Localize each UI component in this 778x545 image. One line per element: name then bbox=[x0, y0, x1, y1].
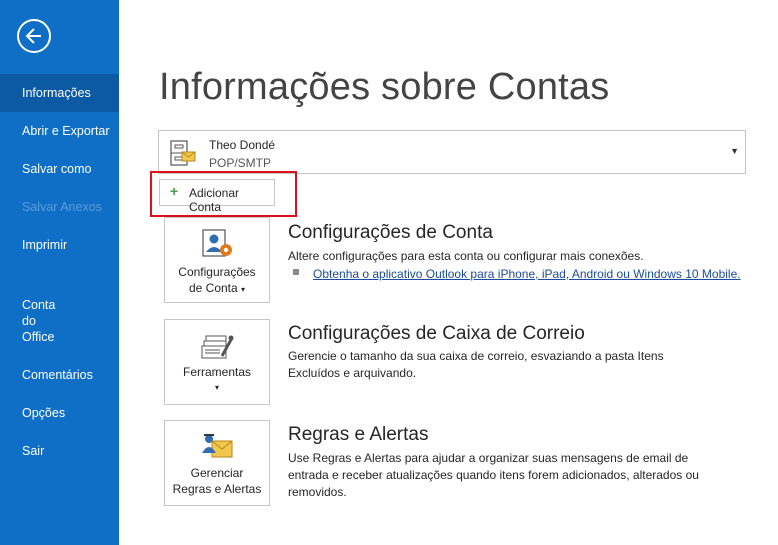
tile-label-line2: de Conta ▾ bbox=[188, 281, 246, 295]
back-button[interactable] bbox=[17, 19, 51, 53]
account-type: POP/SMTP bbox=[209, 156, 272, 170]
nav-salvar-anexos: Salvar Anexos bbox=[22, 200, 102, 214]
caret-down-icon: ▾ bbox=[241, 285, 246, 294]
account-selector[interactable]: Theo Dondé POP/SMTP ▼ bbox=[158, 130, 746, 174]
tile-label-line2: Regras e Alertas bbox=[172, 482, 262, 496]
account-settings-tile[interactable]: Configurações de Conta ▾ bbox=[164, 217, 270, 303]
bullet-icon bbox=[293, 269, 299, 275]
section-title-account-settings: Configurações de Conta bbox=[288, 222, 493, 243]
section-title-mailbox-settings: Configurações de Caixa de Correio bbox=[288, 323, 585, 344]
back-arrow-icon bbox=[25, 28, 41, 44]
tile-label-line1: Gerenciar bbox=[190, 466, 244, 480]
nav-salvar-como[interactable]: Salvar como bbox=[0, 161, 119, 177]
nav-abrir-exportar[interactable]: Abrir e Exportar bbox=[0, 123, 119, 139]
caret-down-icon: ▾ bbox=[214, 383, 219, 392]
section-desc-mailbox-settings: Gerencie o tamanho da sua caixa de corre… bbox=[288, 349, 664, 380]
section-desc-rules-alerts: Use Regras e Alertas para ajudar a organ… bbox=[288, 451, 699, 499]
add-account-button[interactable]: + Adicionar Conta bbox=[159, 179, 275, 214]
tile-label-line1: Configurações bbox=[178, 265, 256, 279]
nav-imprimir[interactable]: Imprimir bbox=[0, 237, 119, 253]
tools-tile[interactable]: Ferramentas ▾ bbox=[164, 319, 270, 405]
account-name: Theo Dondé bbox=[209, 138, 276, 152]
rules-alerts-tile[interactable]: Gerenciar Regras e Alertas bbox=[164, 420, 270, 506]
nav-opcoes[interactable]: Opções bbox=[0, 405, 119, 421]
section-title-rules-alerts: Regras e Alertas bbox=[288, 424, 429, 445]
nav-comentarios[interactable]: Comentários bbox=[0, 367, 119, 383]
plus-icon: + bbox=[170, 183, 179, 199]
account-settings-icon bbox=[200, 228, 234, 263]
nav-sair[interactable]: Sair bbox=[0, 443, 119, 459]
chevron-down-icon[interactable]: ▼ bbox=[730, 146, 739, 156]
outlook-mobile-link[interactable]: Obtenha o aplicativo Outlook para iPhone… bbox=[313, 267, 741, 281]
tile-caret: ▾ bbox=[165, 378, 269, 396]
tools-icon bbox=[200, 332, 234, 365]
add-account-label: Adicionar Conta bbox=[189, 186, 240, 214]
backstage-sidebar: Informações Abrir e Exportar Salvar como… bbox=[0, 0, 119, 545]
section-desc-account-settings: Altere configurações para esta conta ou … bbox=[288, 249, 644, 263]
nav-conta-office[interactable]: Conta do Office bbox=[0, 297, 119, 345]
mailbox-icon bbox=[169, 139, 197, 172]
page-title: Informações sobre Contas bbox=[159, 66, 610, 108]
nav-informacoes[interactable]: Informações bbox=[0, 74, 119, 112]
rules-alerts-icon bbox=[200, 431, 234, 464]
